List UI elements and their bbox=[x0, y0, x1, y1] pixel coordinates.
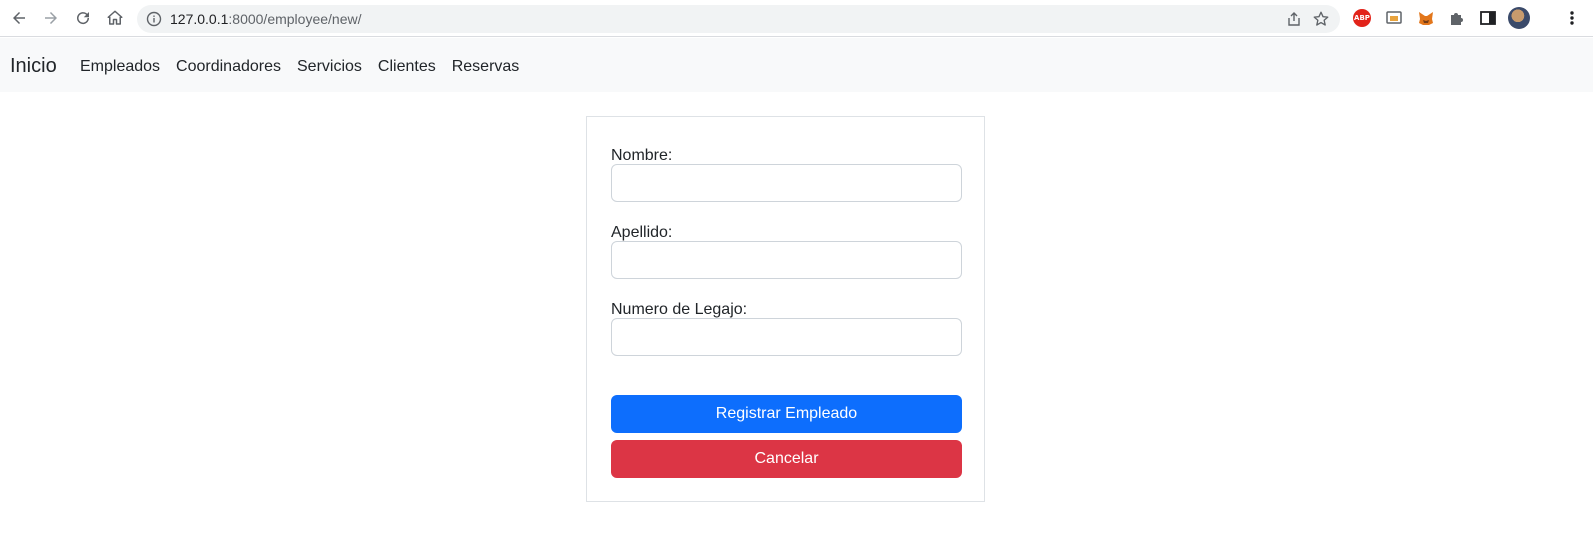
nav-link-coordinadores[interactable]: Coordinadores bbox=[176, 57, 281, 77]
address-bar[interactable]: 127.0.0.1:8000/employee/new/ bbox=[137, 5, 1340, 33]
legajo-label: Numero de Legajo: bbox=[611, 301, 748, 318]
forward-icon[interactable] bbox=[39, 6, 63, 30]
more-menu-icon[interactable] bbox=[1568, 9, 1576, 27]
legajo-input[interactable] bbox=[611, 318, 962, 356]
reload-icon[interactable] bbox=[71, 6, 95, 30]
metamask-icon[interactable] bbox=[1417, 9, 1435, 27]
browser-toolbar: 127.0.0.1:8000/employee/new/ ABP bbox=[0, 0, 1593, 37]
navbar-links: Empleados Coordinadores Servicios Client… bbox=[80, 57, 519, 77]
nombre-input[interactable] bbox=[611, 164, 962, 202]
adblock-plus-icon[interactable]: ABP bbox=[1353, 9, 1371, 27]
nav-link-reservas[interactable]: Reservas bbox=[452, 57, 520, 77]
nav-link-servicios[interactable]: Servicios bbox=[297, 57, 362, 77]
url-path: :8000/employee/new/ bbox=[228, 11, 362, 27]
home-icon[interactable] bbox=[103, 6, 127, 30]
app-navbar: Inicio Empleados Coordinadores Servicios… bbox=[0, 38, 1593, 92]
cast-icon[interactable] bbox=[1385, 9, 1403, 27]
abp-label: ABP bbox=[1354, 14, 1370, 22]
navbar-brand[interactable]: Inicio bbox=[10, 54, 57, 78]
register-employee-button[interactable]: Registrar Empleado bbox=[611, 395, 962, 433]
profile-avatar[interactable] bbox=[1508, 7, 1530, 29]
site-info-icon[interactable] bbox=[146, 11, 162, 27]
puzzle-extensions-icon[interactable] bbox=[1448, 9, 1466, 27]
nav-link-clientes[interactable]: Clientes bbox=[378, 57, 436, 77]
cancel-button[interactable]: Cancelar bbox=[611, 440, 962, 478]
url-host: 127.0.0.1 bbox=[170, 11, 229, 27]
employee-form-card: Nombre: Apellido: Numero de Legajo: Regi… bbox=[586, 116, 985, 502]
share-icon[interactable] bbox=[1286, 11, 1302, 27]
nombre-label: Nombre: bbox=[611, 147, 673, 164]
side-panel-icon[interactable] bbox=[1479, 9, 1497, 27]
nav-link-empleados[interactable]: Empleados bbox=[80, 57, 160, 77]
url-text: 127.0.0.1:8000/employee/new/ bbox=[170, 11, 361, 27]
apellido-input[interactable] bbox=[611, 241, 962, 279]
back-icon[interactable] bbox=[7, 6, 31, 30]
bookmark-star-icon[interactable] bbox=[1312, 10, 1330, 28]
apellido-label: Apellido: bbox=[611, 224, 673, 241]
